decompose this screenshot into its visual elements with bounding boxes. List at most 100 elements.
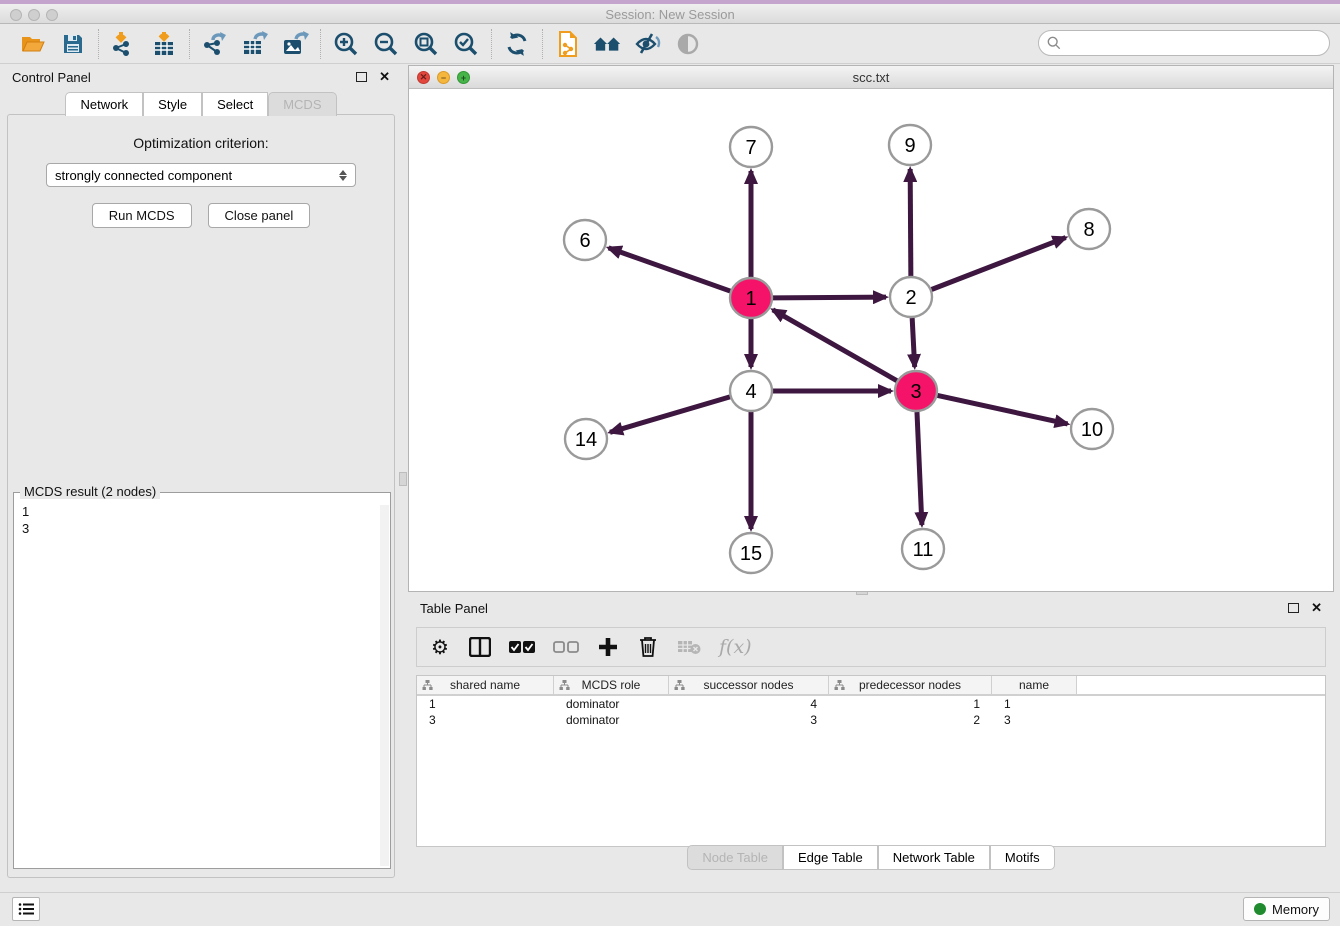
tab-network[interactable]: Network [65,92,143,116]
network-maximize-button[interactable]: + [457,71,470,84]
graph-node-label-4: 4 [745,381,756,403]
optimization-criterion-select[interactable]: strongly connected component [46,163,356,187]
main-toolbar [0,24,1340,64]
save-session-icon[interactable] [58,29,88,59]
deselect-all-icon[interactable] [553,635,579,659]
top-strip [0,0,1340,4]
node-table: shared name MCDS role successor nodes pr… [416,675,1326,847]
control-panel-title: Control Panel [12,70,91,85]
tab-mcds[interactable]: MCDS [268,92,336,116]
run-mcds-button[interactable]: Run MCDS [92,203,192,228]
column-type-icon [834,680,845,691]
control-panel: Control Panel ✕ Network Style Select MCD… [0,64,402,882]
float-table-panel-icon[interactable] [1288,603,1299,613]
graph-node-label-15: 15 [740,543,762,565]
import-network-icon[interactable] [109,29,139,59]
list-icon [18,902,34,916]
open-session-icon[interactable] [18,29,48,59]
select-all-icon[interactable] [509,635,535,659]
app-titlebar: Session: New Session [0,0,1340,24]
hide-selected-icon[interactable] [633,29,663,59]
network-window-title: scc.txt [409,66,1333,85]
graph-edge-2-9[interactable] [910,169,911,276]
tab-select[interactable]: Select [202,92,268,116]
close-panel-icon[interactable]: ✕ [379,69,390,85]
graph-edge-1-6[interactable] [609,248,731,291]
column-type-icon [674,680,685,691]
export-table-icon[interactable] [240,29,270,59]
dropdown-arrows-icon [339,170,347,181]
graph-edge-2-3[interactable] [912,318,915,367]
table-toolbar: ⚙ f(x) [416,627,1326,667]
column-header-shared-name[interactable]: shared name [417,676,554,694]
function-builder-icon[interactable]: f(x) [719,635,752,659]
search-box[interactable] [1038,30,1330,56]
close-panel-button[interactable]: Close panel [208,203,311,228]
graph-node-label-14: 14 [575,429,597,451]
tab-motifs[interactable]: Motifs [990,845,1055,870]
mcds-result-box: MCDS result (2 nodes) 1 3 [13,492,391,869]
add-column-icon[interactable] [597,635,619,659]
table-row[interactable]: 3 dominator 3 2 3 [417,712,1325,728]
graph-edge-4-14[interactable] [610,397,730,432]
tab-network-table[interactable]: Network Table [878,845,990,870]
float-panel-icon[interactable] [356,72,367,82]
import-table-icon[interactable] [149,29,179,59]
network-graph[interactable]: 7968124314101511 [409,89,1333,591]
graph-edge-3-10[interactable] [938,395,1068,424]
search-input[interactable] [1038,30,1330,56]
network-close-button[interactable]: ✕ [417,71,430,84]
zoom-selected-icon[interactable] [451,29,481,59]
graph-edge-3-1[interactable] [773,310,897,381]
column-header-successor-nodes[interactable]: successor nodes [669,676,829,694]
table-header-row: shared name MCDS role successor nodes pr… [417,676,1325,696]
column-type-icon [559,680,570,691]
memory-button[interactable]: Memory [1243,897,1330,921]
zoom-out-icon[interactable] [371,29,401,59]
graph-node-label-11: 11 [913,539,934,561]
zoom-in-icon[interactable] [331,29,361,59]
export-network-icon[interactable] [200,29,230,59]
delete-column-icon[interactable] [637,635,659,659]
table-tabs: Node Table Edge Table Network Table Moti… [408,845,1334,870]
network-view-window: ✕ − + scc.txt 7968124314101511 [408,65,1334,592]
table-settings-icon[interactable]: ⚙ [429,635,451,659]
control-panel-tabs: Network Style Select MCDS [0,92,402,116]
graph-node-label-1: 1 [745,288,756,310]
task-history-button[interactable] [12,897,40,921]
clone-network-icon[interactable] [553,29,583,59]
graph-edge-3-11[interactable] [917,412,922,525]
window-title: Session: New Session [0,7,1340,22]
graph-node-label-6: 6 [579,230,590,252]
refresh-layout-icon[interactable] [502,29,532,59]
memory-label: Memory [1272,902,1319,917]
column-header-name[interactable]: name [992,676,1077,694]
column-layout-icon[interactable] [469,635,491,659]
tab-style[interactable]: Style [143,92,202,116]
mcds-panel: Optimization criterion: strongly connect… [7,114,395,878]
network-minimize-button[interactable]: − [437,71,450,84]
graph-edge-2-8[interactable] [932,238,1066,290]
zoom-fit-icon[interactable] [411,29,441,59]
first-neighbors-icon[interactable] [593,29,623,59]
delete-table-icon[interactable] [677,635,701,659]
export-image-icon[interactable] [280,29,310,59]
graph-node-label-9: 9 [904,135,915,157]
tab-edge-table[interactable]: Edge Table [783,845,878,870]
table-row[interactable]: 1 dominator 4 1 1 [417,696,1325,712]
tab-node-table[interactable]: Node Table [687,845,783,870]
network-window-titlebar[interactable]: ✕ − + scc.txt [409,66,1333,89]
graph-node-label-10: 10 [1081,419,1103,441]
result-scrollbar[interactable] [380,505,389,866]
selected-criterion: strongly connected component [55,168,339,183]
show-all-icon[interactable] [673,29,703,59]
optimization-criterion-label: Optimization criterion: [8,135,394,151]
vertical-splitter-handle[interactable] [399,472,407,486]
memory-status-icon [1254,903,1266,915]
mcds-result-text[interactable]: 1 3 [22,503,380,866]
table-panel: Table Panel ✕ ⚙ f(x) shared name [408,595,1334,884]
close-table-panel-icon[interactable]: ✕ [1311,600,1322,616]
column-header-predecessor-nodes[interactable]: predecessor nodes [829,676,992,694]
graph-edge-1-2[interactable] [773,297,886,298]
column-header-mcds-role[interactable]: MCDS role [554,676,669,694]
